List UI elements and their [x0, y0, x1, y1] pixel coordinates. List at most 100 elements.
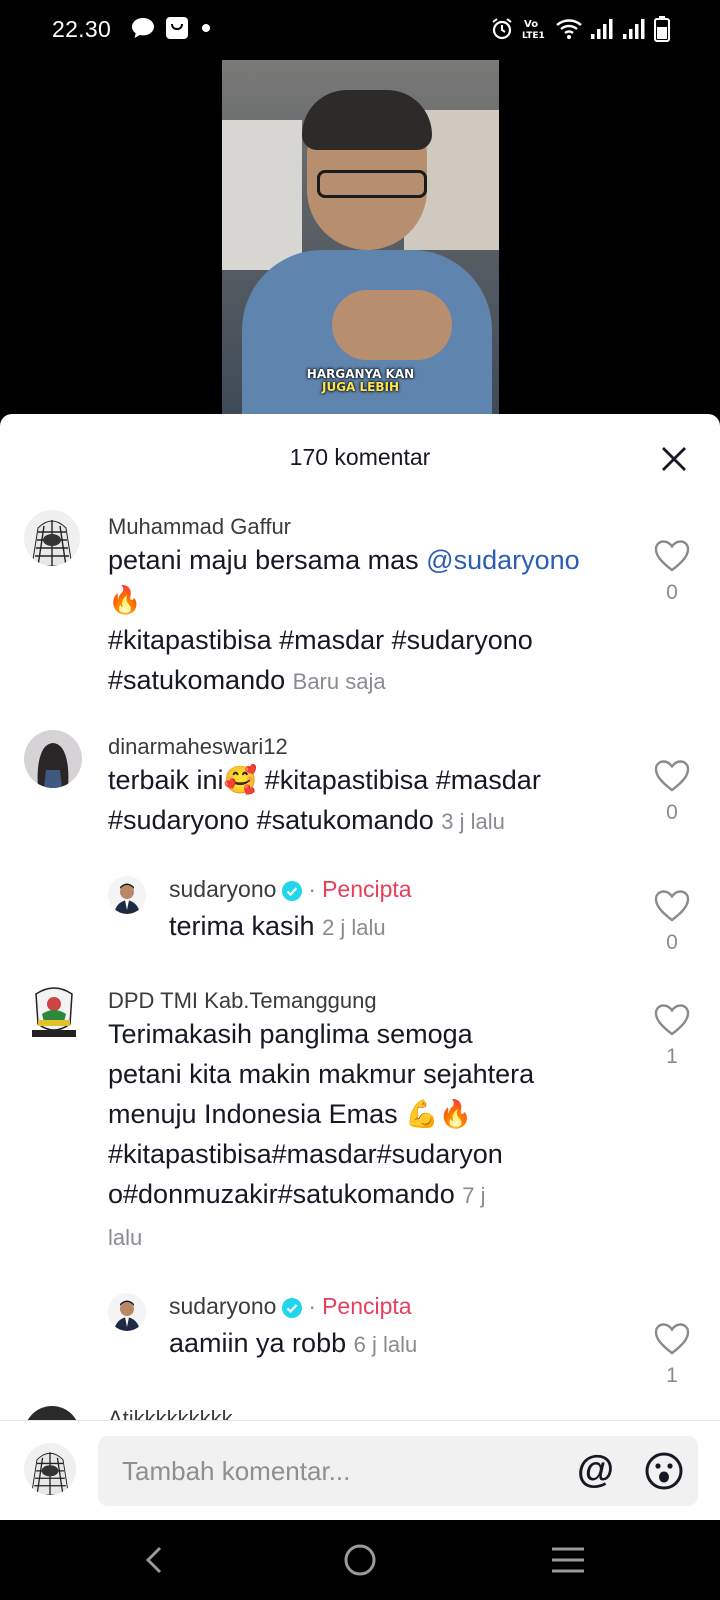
verified-badge-icon	[282, 880, 303, 901]
video-person-glasses	[317, 170, 427, 198]
like-button[interactable]: 1	[652, 1004, 692, 1069]
status-bar: 22.30 Vo LTE1	[0, 0, 720, 60]
heart-icon	[654, 540, 690, 572]
video-person-hair	[302, 90, 432, 150]
comment-line: menuju Indonesia Emas 💪🔥	[108, 1099, 473, 1129]
avatar[interactable]	[108, 876, 146, 914]
heart-icon	[654, 760, 690, 792]
signal-icon	[591, 19, 613, 39]
comment-line: terbaik ini🥰 #kitapastibisa #masdar	[108, 765, 541, 795]
comment-time: Baru saja	[292, 669, 386, 694]
status-time: 22.30	[52, 16, 112, 42]
creator-avatar-icon	[108, 1293, 146, 1331]
next-comment-peek: Atikkkkkkkkk	[0, 1406, 720, 1420]
comment-text-span: petani maju bersama mas	[108, 545, 427, 575]
comment-line: #kitapastibisa#masdar#sudaryon	[108, 1139, 503, 1169]
like-count: 0	[666, 931, 678, 954]
comment-author[interactable]: Muhammad Gaffur	[108, 514, 291, 540]
video-player[interactable]: HARGANYA KAN JUGA LEBIH	[222, 60, 499, 420]
home-button[interactable]	[340, 1540, 380, 1580]
separator-dot: ·	[308, 876, 317, 902]
back-chevron-icon	[145, 1546, 162, 1574]
comments-header: 170 komentar	[0, 414, 720, 500]
comment-author[interactable]: sudaryono	[169, 1293, 276, 1319]
status-notification-icons	[131, 16, 213, 40]
creator-badge: Pencipta	[322, 876, 412, 902]
reply-header: sudaryono · Pencipta	[169, 876, 412, 903]
comment-line: #kitapastibisa #masdar #sudaryono	[108, 625, 533, 655]
comment-text: petani maju bersama mas @sudaryono 🔥 #ki…	[108, 540, 628, 702]
avatar[interactable]	[28, 984, 80, 1044]
comment-text-span: #sudaryono #satukomando	[108, 805, 434, 835]
comment-text: Terimakasih panglima semoga petani kita …	[108, 1014, 628, 1258]
comment-input[interactable]: Tambah komentar... @	[98, 1436, 698, 1506]
comment-time: 6 j lalu	[353, 1332, 418, 1357]
like-button[interactable]: 0	[652, 760, 692, 825]
comment-author[interactable]: DPD TMI Kab.Temanggung	[108, 988, 377, 1014]
avatar[interactable]	[24, 1406, 80, 1420]
heart-icon	[654, 1323, 690, 1355]
video-person-hand	[332, 290, 452, 360]
comment-line: #sudaryono #satukomando 3 j lalu	[108, 800, 628, 842]
comment-line: o#donmuzakir#satukomando 7 j	[108, 1174, 628, 1216]
heart-icon	[654, 890, 690, 922]
close-button[interactable]	[654, 439, 694, 479]
comment-author[interactable]: sudaryono	[169, 876, 276, 902]
creator-avatar-icon	[108, 876, 146, 914]
comment-line: lalu	[108, 1216, 628, 1258]
mention-at-button[interactable]: @	[577, 1450, 614, 1490]
comment-text-span: #satukomando	[108, 665, 286, 695]
emoji-button[interactable]	[644, 1451, 684, 1491]
comment-item: DPD TMI Kab.Temanggung Terimakasih pangl…	[0, 984, 720, 1254]
comment-line: petani maju bersama mas @sudaryono	[108, 540, 628, 580]
comment-text: terbaik ini🥰 #kitapastibisa #masdar #sud…	[108, 760, 628, 842]
comment-author[interactable]: Atikkkkkkkkk	[108, 1406, 233, 1420]
like-button[interactable]: 0	[652, 540, 692, 605]
like-count: 0	[666, 581, 678, 604]
emoji-icon	[645, 1452, 683, 1490]
video-caption: HARGANYA KAN JUGA LEBIH	[222, 368, 499, 394]
comment-text-span: aamiin ya robb	[169, 1328, 347, 1358]
avatar[interactable]	[108, 1293, 146, 1331]
comment-item: Muhammad Gaffur petani maju bersama mas …	[0, 510, 720, 710]
status-system-icons: Vo LTE1	[490, 16, 670, 42]
comment-time: 3 j lalu	[441, 809, 505, 834]
avatar[interactable]	[24, 730, 82, 788]
comment-author[interactable]: dinarmaheswari12	[108, 734, 288, 760]
like-count: 1	[666, 1364, 678, 1387]
battery-icon	[654, 16, 670, 42]
comment-time: lalu	[108, 1225, 143, 1250]
wifi-icon	[556, 19, 582, 39]
comment-text-span: o#donmuzakir#satukomando	[108, 1179, 455, 1209]
recent-apps-button[interactable]	[548, 1540, 588, 1580]
like-count: 1	[666, 1045, 678, 1068]
comment-time: 7 j	[462, 1183, 486, 1208]
creator-badge: Pencipta	[322, 1293, 412, 1319]
like-button[interactable]: 1	[652, 1323, 692, 1388]
home-circle-icon	[344, 1544, 376, 1576]
user-photo-avatar-icon	[24, 730, 82, 788]
svg-text:LTE1: LTE1	[522, 31, 545, 41]
mention-link[interactable]: @sudaryono	[426, 545, 580, 575]
comment-line: petani kita makin makmur sejahtera	[108, 1059, 535, 1089]
chat-bubble-icon	[132, 18, 154, 38]
close-icon	[662, 447, 686, 471]
signal-icon	[623, 19, 645, 39]
comments-count-title: 170 komentar	[289, 444, 431, 470]
shopping-bag-icon	[166, 17, 188, 39]
keffiyeh-avatar-icon	[24, 1443, 76, 1495]
comment-line: #satukomando Baru saja	[108, 660, 628, 702]
verified-badge-icon	[282, 1297, 303, 1318]
like-button[interactable]: 0	[652, 890, 692, 955]
comment-item: dinarmaheswari12 terbaik ini🥰 #kitapasti…	[0, 730, 720, 850]
separator-dot: ·	[308, 1293, 317, 1319]
comment-input-bar: Tambah komentar... @	[0, 1420, 720, 1520]
dot-icon	[202, 24, 210, 32]
comment-text-span: terima kasih	[169, 911, 315, 941]
avatar[interactable]	[24, 510, 80, 566]
back-button[interactable]	[134, 1540, 174, 1580]
svg-text:Vo: Vo	[524, 19, 538, 30]
current-user-avatar	[24, 1443, 76, 1495]
menu-lines-icon	[552, 1547, 584, 1573]
comment-text: aamiin ya robb 6 j lalu	[169, 1323, 417, 1365]
